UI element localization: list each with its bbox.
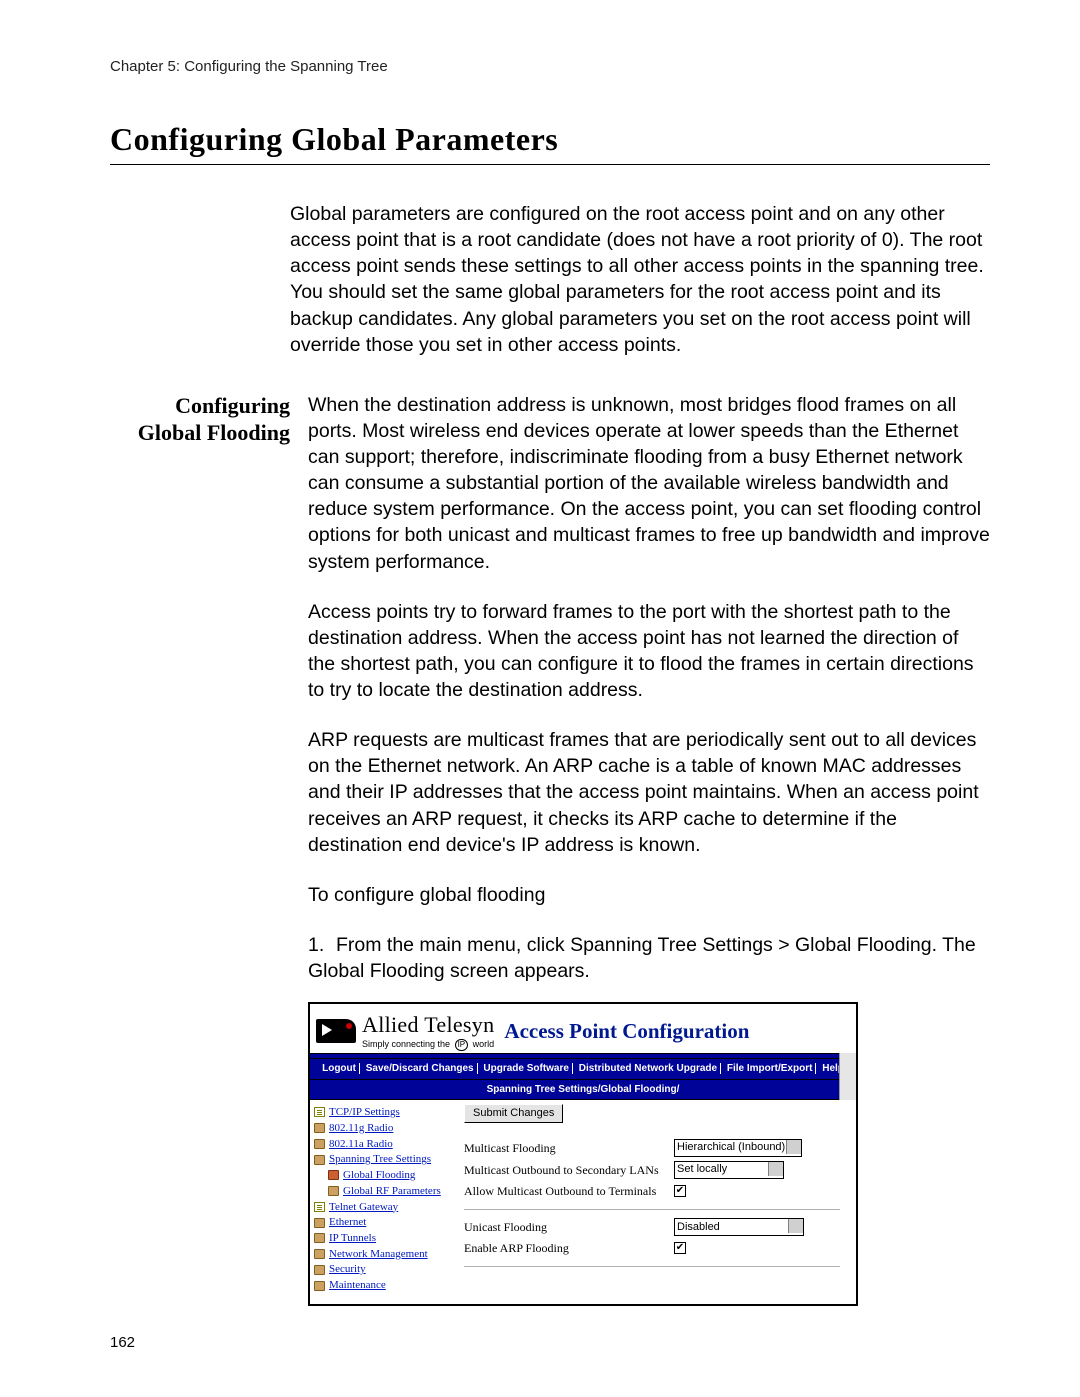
ui-body: TCP/IP Settings 802.11g Radio 802.11a Ra…	[310, 1100, 856, 1304]
select-multicast-flooding[interactable]: Hierarchical (Inbound)	[674, 1139, 802, 1157]
section-rule	[110, 164, 990, 165]
folder-icon	[314, 1233, 325, 1243]
side-heading-line2: Global Flooding	[138, 420, 290, 445]
page-icon	[314, 1202, 325, 1212]
select-unicast-flooding[interactable]: Disabled	[674, 1218, 804, 1236]
folder-icon	[314, 1155, 325, 1165]
side-heading: Configuring Global Flooding	[110, 392, 308, 1306]
select-unicast-flooding-value: Disabled	[677, 1220, 720, 1235]
chapter-heading: Chapter 5: Configuring the Spanning Tree	[110, 58, 990, 75]
step-1-text: From the main menu, click Spanning Tree …	[308, 934, 976, 982]
folder-icon	[314, 1139, 325, 1149]
body-paragraph-4: To configure global flooding	[308, 882, 990, 908]
nav-global-rf-parameters[interactable]: Global RF Parameters	[343, 1184, 441, 1199]
intro-paragraph: Global parameters are configured on the …	[290, 201, 990, 358]
label-multicast-flooding: Multicast Flooding	[464, 1140, 674, 1156]
label-multicast-outbound-lans: Multicast Outbound to Secondary LANs	[464, 1162, 674, 1178]
ui-header: Allied Telesyn Simply connecting the IP …	[310, 1004, 856, 1053]
folder-icon	[314, 1218, 325, 1228]
nav-global-flooding[interactable]: Global Flooding	[343, 1168, 415, 1183]
brand-tag-ip: IP	[455, 1039, 469, 1052]
folder-active-icon	[328, 1170, 339, 1180]
chevron-down-icon	[792, 1224, 800, 1229]
chevron-down-icon	[790, 1145, 798, 1150]
nav-spanning-tree-settings[interactable]: Spanning Tree Settings	[329, 1152, 431, 1167]
body-paragraph-2: Access points try to forward frames to t…	[308, 599, 990, 704]
select-multicast-outbound-lans[interactable]: Set locally	[674, 1161, 784, 1179]
brand-logo: Allied Telesyn Simply connecting the IP …	[316, 1010, 494, 1051]
form-separator	[464, 1209, 840, 1210]
ui-menubar: Logout Save/Discard Changes Upgrade Soft…	[310, 1059, 856, 1079]
nav-telnet-gateway[interactable]: Telnet Gateway	[329, 1200, 398, 1215]
brand-name: Allied Telesyn	[362, 1010, 494, 1039]
step-1: 1.From the main menu, click Spanning Tre…	[308, 932, 990, 984]
menu-save-discard[interactable]: Save/Discard Changes	[363, 1063, 478, 1074]
step-1-number: 1.	[308, 932, 336, 958]
label-enable-arp-flooding: Enable ARP Flooding	[464, 1240, 674, 1256]
nav-ip-tunnels[interactable]: IP Tunnels	[329, 1231, 376, 1246]
form-panel: Submit Changes Multicast Flooding Hierar…	[464, 1104, 840, 1294]
side-heading-line1: Configuring	[175, 393, 290, 418]
folder-icon	[314, 1123, 325, 1133]
nav-tree: TCP/IP Settings 802.11g Radio 802.11a Ra…	[314, 1104, 464, 1294]
ui-breadcrumb: Spanning Tree Settings/Global Flooding/	[310, 1080, 856, 1100]
menu-logout[interactable]: Logout	[319, 1063, 360, 1074]
chevron-down-icon	[772, 1167, 780, 1172]
embedded-ui-window: ▲ ▼ Allied Telesyn Simply connecting the…	[308, 1002, 858, 1306]
menu-distributed-upgrade[interactable]: Distributed Network Upgrade	[576, 1063, 721, 1074]
submit-changes-button[interactable]: Submit Changes	[464, 1104, 563, 1123]
nav-tcpip-settings[interactable]: TCP/IP Settings	[329, 1105, 400, 1120]
brand-tag-post: world	[473, 1039, 495, 1049]
folder-icon	[314, 1265, 325, 1275]
page-number: 162	[110, 1334, 135, 1351]
body-paragraph-1: When the destination address is unknown,…	[308, 392, 990, 575]
label-unicast-flooding: Unicast Flooding	[464, 1219, 674, 1235]
folder-icon	[328, 1186, 339, 1196]
menu-file-import-export[interactable]: File Import/Export	[724, 1063, 817, 1074]
section-title: Configuring Global Parameters	[110, 121, 990, 158]
body-paragraph-3: ARP requests are multicast frames that a…	[308, 727, 990, 858]
page-icon	[314, 1107, 325, 1117]
ui-header-title: Access Point Configuration	[504, 1017, 749, 1045]
select-multicast-outbound-lans-value: Set locally	[677, 1162, 727, 1177]
brand-logo-icon	[316, 1019, 356, 1043]
nav-ethernet[interactable]: Ethernet	[329, 1215, 366, 1230]
folder-icon	[314, 1249, 325, 1259]
label-allow-multicast-terminals: Allow Multicast Outbound to Terminals	[464, 1183, 674, 1199]
nav-80211g-radio[interactable]: 802.11g Radio	[329, 1121, 393, 1136]
form-separator	[464, 1266, 840, 1267]
checkbox-allow-multicast-terminals[interactable]: ✔	[674, 1185, 686, 1197]
menu-upgrade-software[interactable]: Upgrade Software	[480, 1063, 573, 1074]
checkbox-enable-arp-flooding[interactable]: ✔	[674, 1242, 686, 1254]
brand-tagline: Simply connecting the IP world	[362, 1038, 494, 1052]
nav-maintenance[interactable]: Maintenance	[329, 1278, 386, 1293]
nav-80211a-radio[interactable]: 802.11a Radio	[329, 1137, 393, 1152]
nav-network-management[interactable]: Network Management	[329, 1247, 428, 1262]
brand-tag-pre: Simply connecting the	[362, 1039, 450, 1049]
select-multicast-flooding-value: Hierarchical (Inbound)	[677, 1140, 785, 1155]
nav-security[interactable]: Security	[329, 1262, 366, 1277]
folder-icon	[314, 1281, 325, 1291]
